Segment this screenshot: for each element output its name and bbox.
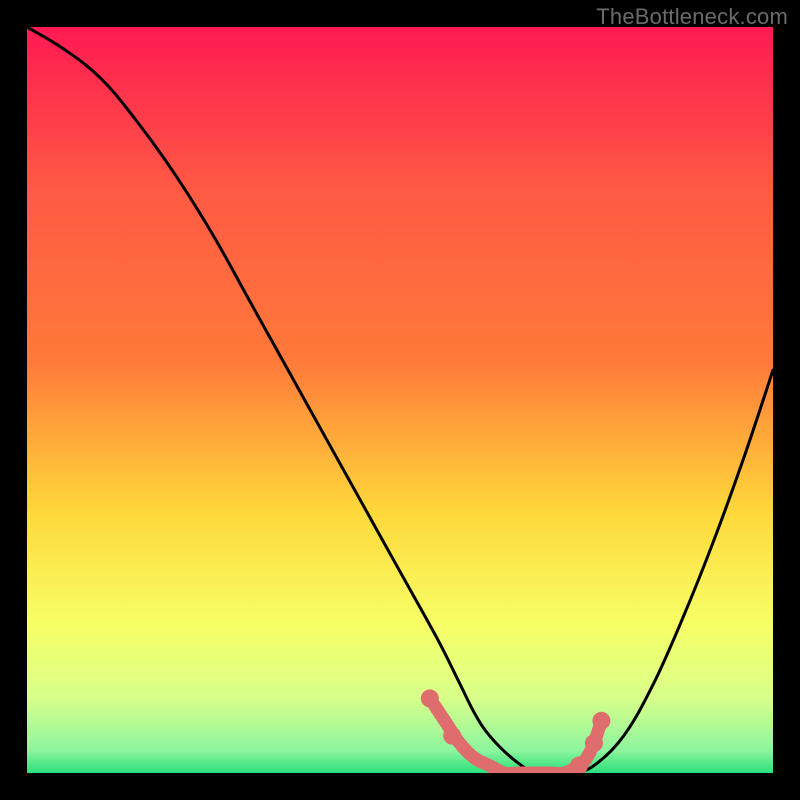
gradient-background <box>27 27 773 773</box>
series-marker <box>592 712 610 730</box>
chart-svg <box>27 27 773 773</box>
series-marker <box>443 727 461 745</box>
series-marker <box>585 734 603 752</box>
chart-frame: TheBottleneck.com <box>0 0 800 800</box>
series-marker <box>421 689 439 707</box>
chart-plot-area <box>27 27 773 773</box>
